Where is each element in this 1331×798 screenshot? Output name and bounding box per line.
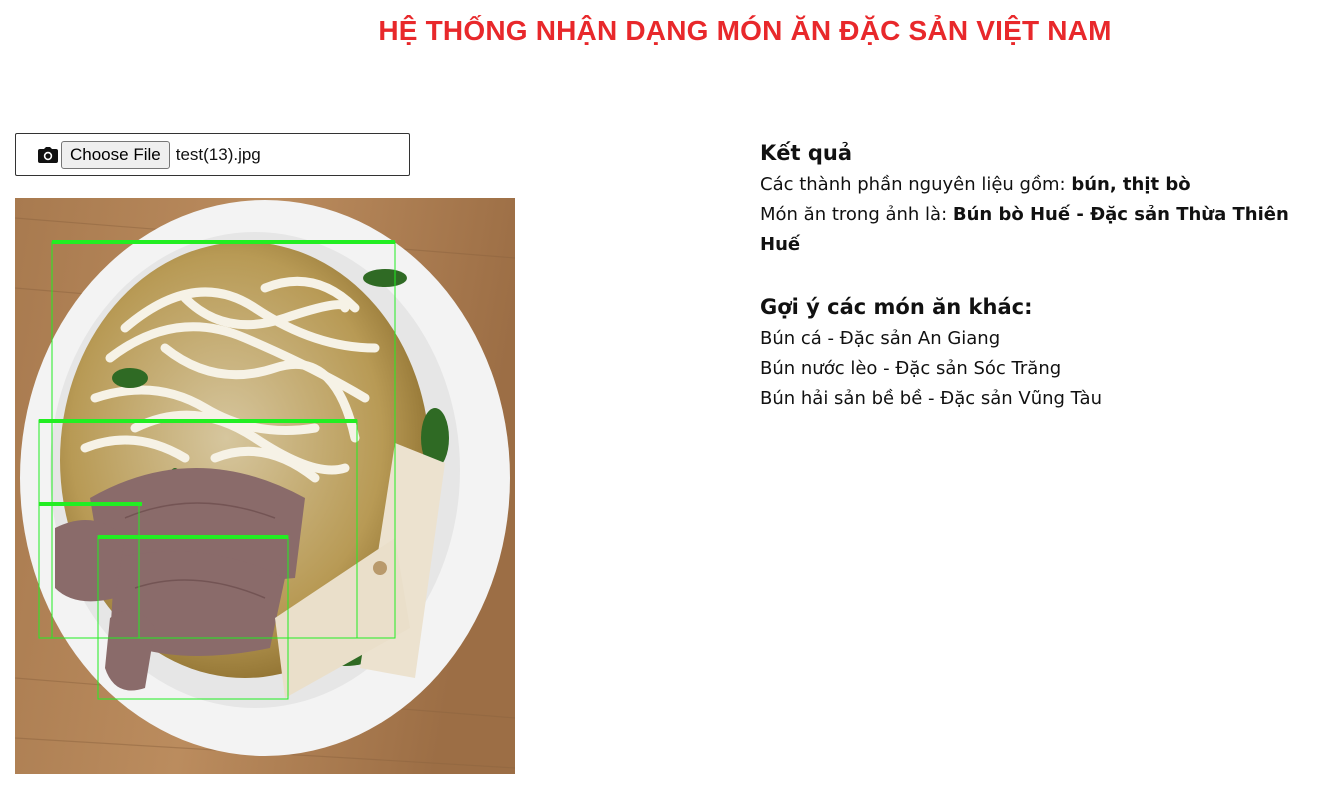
suggestion-item: Bún nước lèo - Đặc sản Sóc Trăng — [760, 358, 1062, 379]
suggestion-item: Bún cá - Đặc sản An Giang — [760, 328, 1001, 349]
file-name-label: test(13).jpg — [175, 144, 261, 164]
ingredients-label: Các thành phần nguyên liệu gồm: — [760, 174, 1072, 195]
choose-file-button[interactable]: Choose File — [61, 140, 170, 169]
suggestions-heading: Gợi ý các món ăn khác: — [760, 295, 1033, 319]
suggestions-panel: Gợi ý các món ăn khác: Bún cá - Đặc sản … — [760, 294, 1320, 414]
result-heading: Kết quả — [760, 141, 853, 165]
page-title: HỆ THỐNG NHẬN DẠNG MÓN ĂN ĐẶC SẢN VIỆT N… — [378, 15, 1112, 46]
suggestion-item: Bún hải sản bề bề - Đặc sản Vũng Tàu — [760, 388, 1102, 409]
file-upload-field[interactable]: Choose File test(13).jpg — [15, 133, 410, 176]
result-panel: Kết quả Các thành phần nguyên liệu gồm: … — [760, 140, 1320, 260]
ingredients-line: Các thành phần nguyên liệu gồm: bún, thị… — [760, 170, 1320, 200]
dish-label: Món ăn trong ảnh là: — [760, 204, 953, 225]
ingredients-value: bún, thịt bò — [1071, 174, 1191, 195]
dish-line: Món ăn trong ảnh là: Bún bò Huế - Đặc sả… — [760, 200, 1320, 260]
camera-icon — [38, 146, 58, 163]
food-image — [15, 198, 515, 774]
